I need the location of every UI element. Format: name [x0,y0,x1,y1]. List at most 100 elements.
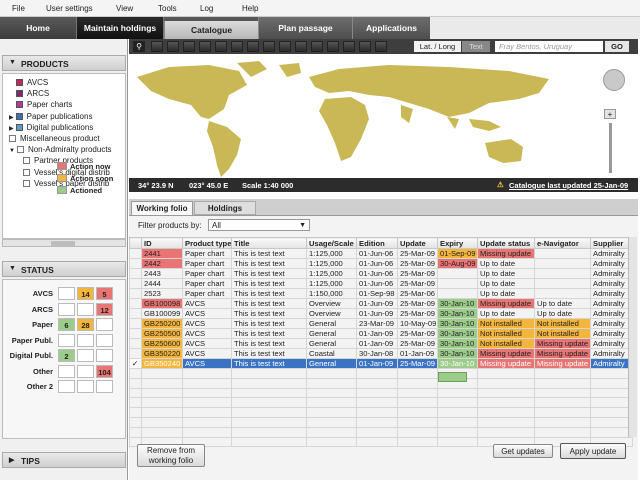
column-header[interactable]: Expiry [437,237,478,249]
row-checkbox[interactable] [129,288,142,299]
status-count-cell[interactable] [77,364,94,378]
product-item[interactable]: ▶ Digital publications [9,123,93,132]
product-color-swatch[interactable] [15,123,23,131]
status-count-cell[interactable] [77,302,94,316]
tab-home[interactable]: Home [0,17,76,39]
product-checkbox[interactable] [23,157,30,165]
pan-control[interactable] [603,69,625,91]
table-row[interactable]: 2441 Paper chart This is test text 1:125,00… [129,248,633,259]
column-header[interactable]: Edition [356,237,398,249]
tool-button[interactable] [359,41,371,52]
tab-holdings[interactable]: Holdings [194,201,256,215]
menu-log[interactable]: Log [200,4,213,13]
product-checkbox[interactable] [9,135,16,142]
row-checkbox[interactable] [129,328,142,339]
row-checkbox[interactable] [129,258,142,269]
table-row[interactable]: GB250600 AVCS This is test text General 01-J… [129,338,633,349]
tool-button[interactable] [279,41,291,52]
products-scrollbar[interactable] [2,239,126,247]
catalogue-updated-link[interactable]: Catalogue last updated 25-Jan-09 [509,181,628,190]
column-header[interactable]: Update status [477,237,535,249]
product-checkbox[interactable] [16,146,24,154]
latlong-toggle[interactable]: Lat. / Long [414,41,461,52]
get-updates-button[interactable]: Get updates [493,444,553,458]
column-header[interactable]: ID [141,237,183,249]
column-header[interactable]: Title [231,237,307,249]
row-checkbox[interactable] [129,298,142,309]
product-color-swatch[interactable] [15,112,23,120]
status-count-cell[interactable] [77,333,94,347]
column-header[interactable]: e-Navigator [534,237,591,249]
table-row[interactable]: GB100098 AVCS This is test text Overview 01-… [129,298,633,309]
zoom-search-icon[interactable]: ⚲ [133,41,145,52]
row-checkbox[interactable] [129,308,142,319]
tab-maintain-holdings[interactable]: Maintain holdings [76,17,164,39]
table-row[interactable]: GB250200 AVCS This is test text General 23-M… [129,318,633,329]
menu-view[interactable]: View [116,4,133,13]
status-count-cell[interactable] [96,380,113,393]
column-header[interactable]: Supplier [590,237,633,249]
tool-button[interactable] [183,41,195,52]
table-row[interactable]: GB250500 AVCS This is test text General 01-J… [129,328,633,339]
menu-file[interactable]: File [12,4,25,13]
status-header[interactable]: ▼ STATUS [2,261,126,277]
status-count-cell[interactable] [96,333,113,347]
status-count-cell[interactable] [58,287,75,300]
product-item[interactable]: Paper charts [16,100,72,109]
status-count-cell[interactable] [58,364,75,378]
filter-select[interactable]: All ▼ [208,219,310,231]
status-count-cell[interactable]: 14 [77,287,94,300]
apply-update-button[interactable]: Apply update [560,443,626,459]
status-count-cell[interactable] [58,302,75,316]
product-item[interactable]: AVCS [16,78,48,87]
location-search-input[interactable]: Fray Bentos, Uruguay [495,41,603,52]
row-checkbox[interactable]: ✓ [129,358,142,369]
expand-arrow-icon[interactable]: ▶ [9,115,14,121]
tips-header[interactable]: ▶ TIPS [2,452,126,468]
table-row[interactable]: GB100099 AVCS This is test text Overview 01-… [129,308,633,319]
status-count-cell[interactable] [77,349,94,362]
status-count-cell[interactable]: 104 [96,364,113,378]
menu-user-settings[interactable]: User settings [46,4,93,13]
status-count-cell[interactable]: 5 [96,287,113,300]
tool-button[interactable] [247,41,259,52]
tool-button[interactable] [295,41,307,52]
tool-button[interactable] [343,41,355,52]
table-row[interactable]: 2444 Paper chart This is test text 1:125,00… [129,278,633,289]
tool-button[interactable] [311,41,323,52]
product-item[interactable]: ARCS [16,89,49,98]
column-header[interactable]: Usage/Scale [306,237,357,249]
table-row[interactable]: 2523 Paper chart This is test text 1:150,00… [129,288,633,299]
tool-button[interactable] [151,41,163,52]
row-checkbox[interactable] [129,248,142,259]
collapse-arrow-icon[interactable]: ▼ [9,148,15,154]
status-count-cell[interactable] [58,333,75,347]
column-header[interactable]: Product type [182,237,232,249]
row-checkbox[interactable] [129,268,142,279]
table-row[interactable]: ✓ GB350240 AVCS This is test text General 01-… [129,358,633,369]
row-checkbox[interactable] [129,278,142,289]
zoom-slider[interactable] [609,123,612,173]
tool-button[interactable] [263,41,275,52]
tab-applications[interactable]: Applications [352,17,430,39]
product-item[interactable]: ▶ Paper publications [9,112,92,121]
world-map[interactable]: + [129,57,638,192]
tool-button[interactable] [167,41,179,52]
table-scrollbar[interactable] [628,237,637,437]
zoom-in-icon[interactable]: + [604,109,616,119]
status-count-cell[interactable]: 28 [77,318,94,331]
tab-working-folio[interactable]: Working folio [131,201,193,215]
tool-button[interactable] [231,41,243,52]
tool-button[interactable] [327,41,339,52]
product-item[interactable]: Miscellaneous product [9,134,100,143]
menu-help[interactable]: Help [242,4,258,13]
row-checkbox[interactable] [129,338,142,349]
menu-tools[interactable]: Tools [158,4,177,13]
go-button[interactable]: GO [605,41,629,52]
product-checkbox[interactable] [23,179,30,187]
table-row[interactable]: 2443 Paper chart This is test text 1:125,00… [129,268,633,279]
product-checkbox[interactable] [23,168,30,176]
row-checkbox[interactable] [129,348,142,359]
product-color-swatch[interactable] [16,79,23,86]
row-checkbox[interactable] [129,318,142,329]
